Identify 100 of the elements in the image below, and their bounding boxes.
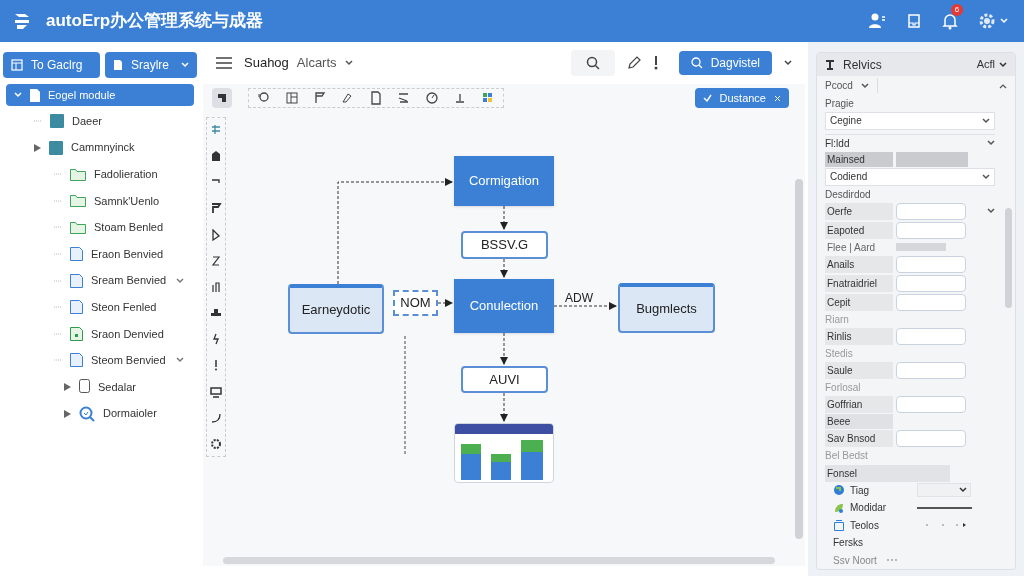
primary-button[interactable]: Dagvistel — [678, 51, 772, 75]
exclamation-icon[interactable] — [652, 56, 659, 70]
grid-icon[interactable] — [210, 124, 222, 136]
square-icon — [49, 140, 63, 155]
menu-dropdown[interactable]: Alcarts — [296, 53, 353, 73]
field-label: Beee — [825, 413, 893, 429]
tree-item[interactable]: Sedalar — [6, 375, 194, 398]
select-field[interactable]: Cegine — [825, 111, 995, 130]
monitor-icon[interactable] — [210, 385, 222, 398]
lasso-icon[interactable] — [257, 91, 271, 105]
input-field[interactable] — [896, 327, 966, 345]
settings-icon — [978, 12, 996, 30]
select-field[interactable] — [917, 483, 971, 498]
settings-button[interactable] — [978, 12, 1008, 30]
check-icon — [702, 94, 712, 102]
expand-caret-icon[interactable] — [34, 143, 41, 152]
lightning-icon[interactable] — [210, 333, 222, 346]
user-icon[interactable] — [868, 13, 886, 29]
tree-item[interactable]: Steom Benvied — [6, 349, 194, 372]
tree-item[interactable]: Stoam Benled — [6, 216, 194, 239]
tree-item[interactable]: Eogel module — [6, 84, 194, 106]
gear-icon[interactable] — [210, 437, 222, 450]
diagram-node[interactable]: Cormigation — [454, 156, 554, 206]
caret-icon — [982, 117, 990, 124]
leaf-icon — [833, 501, 845, 514]
search-icon — [585, 56, 600, 70]
scrollbar-thumb[interactable] — [223, 557, 775, 564]
line-icon[interactable] — [210, 254, 222, 267]
input-field[interactable] — [896, 361, 966, 379]
diagram-node[interactable]: AUVI — [461, 366, 548, 393]
diagram-node[interactable]: NOM — [393, 290, 438, 316]
pen-icon[interactable] — [626, 56, 641, 70]
input-field[interactable] — [896, 395, 966, 413]
input-field[interactable] — [896, 255, 966, 273]
slider-track[interactable] — [917, 506, 972, 509]
input-field[interactable] — [896, 429, 966, 447]
caret-icon — [959, 487, 967, 494]
clock-icon[interactable] — [425, 91, 439, 105]
grid-color-icon[interactable] — [481, 91, 495, 105]
connector-arrow — [437, 299, 453, 307]
select-tool-button[interactable] — [212, 88, 232, 108]
signpost-icon[interactable] — [210, 202, 222, 215]
connector-arrow — [500, 205, 508, 230]
input-field[interactable] — [896, 293, 966, 311]
select-field[interactable]: Codiend — [825, 167, 995, 186]
field-label: Ssv Noort — [833, 553, 878, 568]
panel-action-dropdown[interactable]: Acfl — [976, 56, 1007, 73]
field-label: Stedis — [825, 346, 853, 361]
tree-line-icon — [54, 173, 62, 176]
caret-icon[interactable] — [784, 60, 792, 66]
flag-icon[interactable] — [313, 91, 327, 105]
tree-item[interactable]: Dormaioler — [6, 402, 194, 425]
align-icon[interactable] — [453, 91, 467, 105]
tree-item[interactable]: Cammnyinck — [6, 136, 194, 159]
search-button[interactable] — [570, 50, 615, 76]
expand-caret-icon[interactable] — [64, 382, 71, 391]
field-label: Modidar — [850, 501, 888, 516]
chart-icon[interactable] — [210, 280, 222, 293]
diagram-node[interactable]: Earneydotic — [288, 284, 384, 334]
building-icon[interactable] — [210, 150, 222, 163]
panel-tab[interactable]: Pcocd — [825, 78, 878, 94]
scrollbar-thumb[interactable] — [795, 179, 803, 539]
input-field[interactable] — [896, 221, 966, 239]
tree-item[interactable]: Eraon Benvied — [6, 242, 194, 265]
field-label: Anails — [825, 255, 893, 273]
expand-caret-icon[interactable] — [64, 409, 71, 418]
connector-arrow — [500, 258, 508, 278]
tree-item[interactable]: Fadolieration — [6, 163, 194, 186]
menu-icon[interactable] — [216, 57, 232, 69]
diagram-thumbnail[interactable] — [454, 423, 554, 483]
field-label: Fersks — [833, 536, 864, 551]
search-icon — [690, 57, 703, 69]
tree-item[interactable]: Sraon Denvied — [6, 322, 194, 345]
tree-item[interactable]: Daeer — [6, 110, 194, 132]
tree-item[interactable]: Steon Fenled — [6, 296, 194, 319]
page-icon[interactable] — [369, 91, 383, 105]
tree-line-icon — [34, 120, 42, 122]
toolbar-button[interactable]: Sraylre — [105, 52, 197, 78]
done-button[interactable]: Dustance — [694, 88, 789, 108]
shapes-icon[interactable] — [397, 91, 411, 105]
field-label: Tiag — [850, 483, 871, 498]
field-label: Saule — [825, 361, 893, 379]
diagram-node[interactable]: BSSV.G — [461, 231, 548, 259]
curve-icon[interactable] — [210, 411, 222, 424]
bell-icon[interactable] — [942, 12, 958, 30]
scrollbar-thumb[interactable] — [1005, 208, 1012, 308]
inbox-icon[interactable] — [906, 13, 922, 29]
field-label: Oerfe — [825, 202, 893, 220]
tree-item[interactable]: Samnk'Uenlo — [6, 189, 194, 212]
toolbar-button[interactable]: To Gaclrg — [3, 52, 100, 78]
cursor-icon[interactable] — [210, 228, 222, 241]
tree-line-icon — [54, 226, 62, 229]
layout-icon[interactable] — [285, 91, 299, 105]
input-field[interactable] — [896, 202, 966, 220]
diagram-node[interactable]: Conulection — [454, 279, 554, 333]
input-field[interactable] — [896, 274, 966, 292]
collapse-icon[interactable] — [999, 82, 1007, 89]
diagram-node[interactable]: Bugmlects — [618, 283, 715, 333]
tree-item[interactable]: Sream Benvied — [6, 269, 194, 292]
document-icon — [113, 59, 123, 71]
